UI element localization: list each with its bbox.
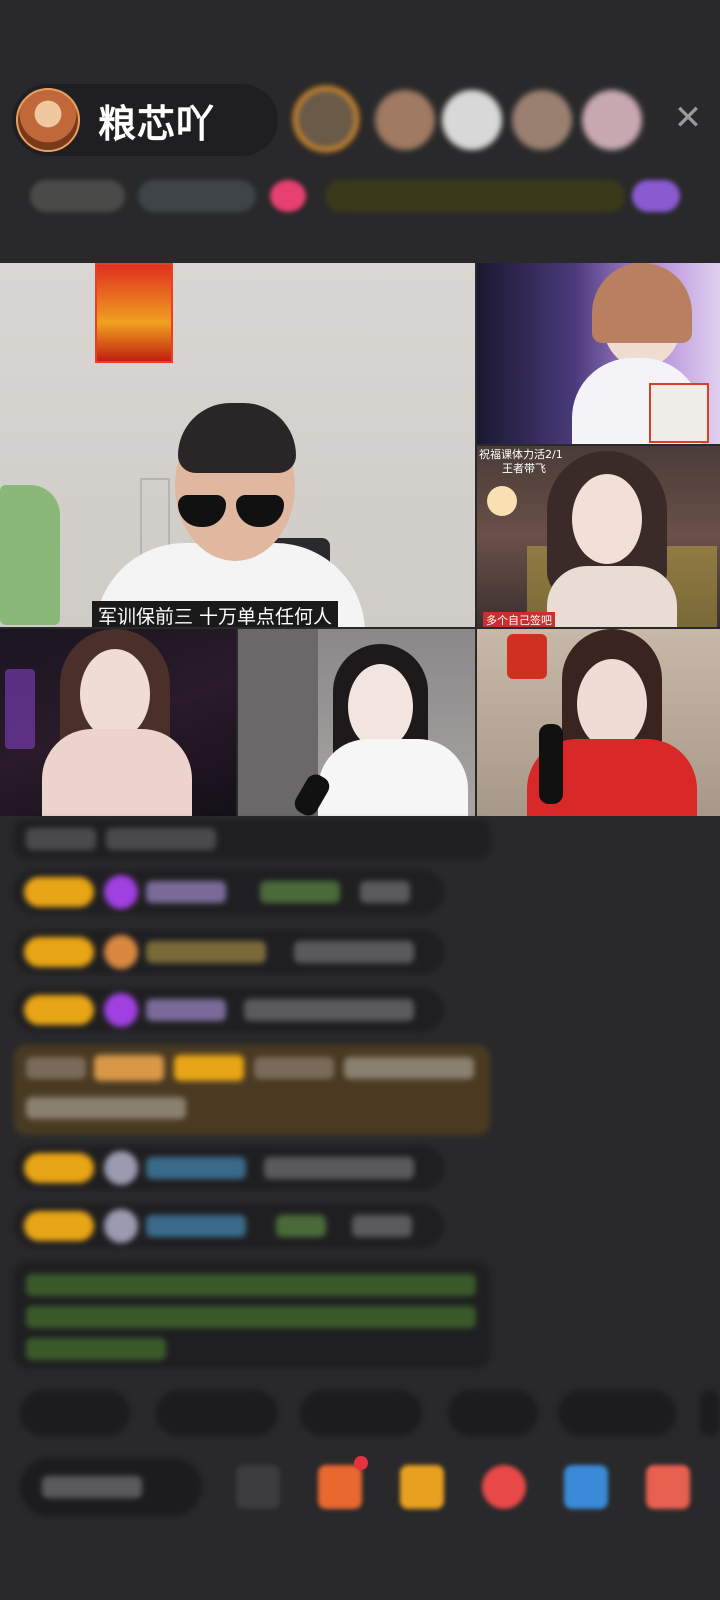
quick-reply-chip[interactable] — [700, 1390, 720, 1436]
stream-caption: 军训保前三 十万单点任何人 — [92, 601, 339, 627]
sofa — [0, 485, 60, 625]
chat-message — [14, 870, 444, 914]
top-viewer-avatar[interactable] — [582, 90, 642, 150]
guest-video-tile[interactable] — [238, 629, 475, 816]
notification-dot-icon — [354, 1456, 368, 1470]
host-name: 粮芯吖 — [98, 101, 216, 146]
main-video-tile[interactable]: 军训保前三 十万单点任何人 — [0, 263, 475, 627]
chat-message — [14, 1204, 444, 1248]
quick-reply-chip[interactable] — [448, 1390, 538, 1436]
chat-message — [14, 820, 490, 858]
lamp — [487, 486, 517, 516]
host-avatar[interactable] — [16, 88, 80, 152]
guest-face-front — [572, 474, 642, 564]
heart-icon[interactable] — [482, 1465, 526, 1509]
wall-poster — [95, 263, 173, 363]
top-viewer-avatar[interactable] — [293, 86, 359, 152]
quick-reply-chip[interactable] — [300, 1390, 422, 1436]
close-icon[interactable]: ✕ — [670, 100, 706, 136]
tile-sublabel: 王者带飞 — [502, 462, 546, 475]
live-room-page: 粮芯吖 ✕ 军训保前三 十万单点任何人 祝福课体力活2/1 王者带飞 多个自己签… — [0, 0, 720, 1600]
chat-message — [14, 1146, 444, 1190]
guest-face — [348, 664, 413, 749]
comment-input[interactable] — [20, 1458, 202, 1516]
guest-video-tile[interactable] — [477, 629, 720, 816]
quick-reply-chip[interactable] — [20, 1390, 130, 1436]
chat-message — [14, 988, 444, 1032]
host-info[interactable]: 粮芯吖 — [12, 84, 278, 156]
guest-video-tile[interactable] — [0, 629, 236, 816]
guest-hair — [592, 263, 692, 343]
top-viewer-avatar[interactable] — [375, 90, 435, 150]
room-info-bar[interactable] — [20, 172, 700, 220]
chat-message — [14, 930, 444, 974]
top-viewer-avatar[interactable] — [442, 90, 502, 150]
guest-face — [80, 649, 150, 739]
guest-video-tile[interactable]: 祝福课体力活2/1 王者带飞 多个自己签吧 — [477, 446, 720, 627]
top-viewer-avatar[interactable] — [512, 90, 572, 150]
guest-face — [577, 659, 647, 749]
tile-tag: 多个自己签吧 — [483, 612, 555, 627]
chat-message-highlight — [14, 1045, 490, 1135]
quick-reply-chip[interactable] — [156, 1390, 278, 1436]
gift-box-icon[interactable] — [318, 1465, 362, 1509]
share-icon[interactable] — [564, 1465, 608, 1509]
microphone — [539, 724, 563, 804]
sticker — [507, 634, 547, 679]
guest-body — [42, 729, 192, 816]
gift-icon[interactable] — [400, 1465, 444, 1509]
gift-poster — [649, 383, 709, 443]
quick-reply-chip[interactable] — [558, 1390, 676, 1436]
streamer-hair — [178, 403, 296, 473]
emoji-icon[interactable] — [236, 1465, 280, 1509]
guest-body — [318, 739, 468, 816]
system-notice — [14, 1262, 490, 1368]
more-icon[interactable] — [646, 1465, 690, 1509]
neon-light — [5, 669, 35, 749]
guest-body — [547, 566, 677, 627]
guest-video-tile[interactable] — [477, 263, 720, 444]
